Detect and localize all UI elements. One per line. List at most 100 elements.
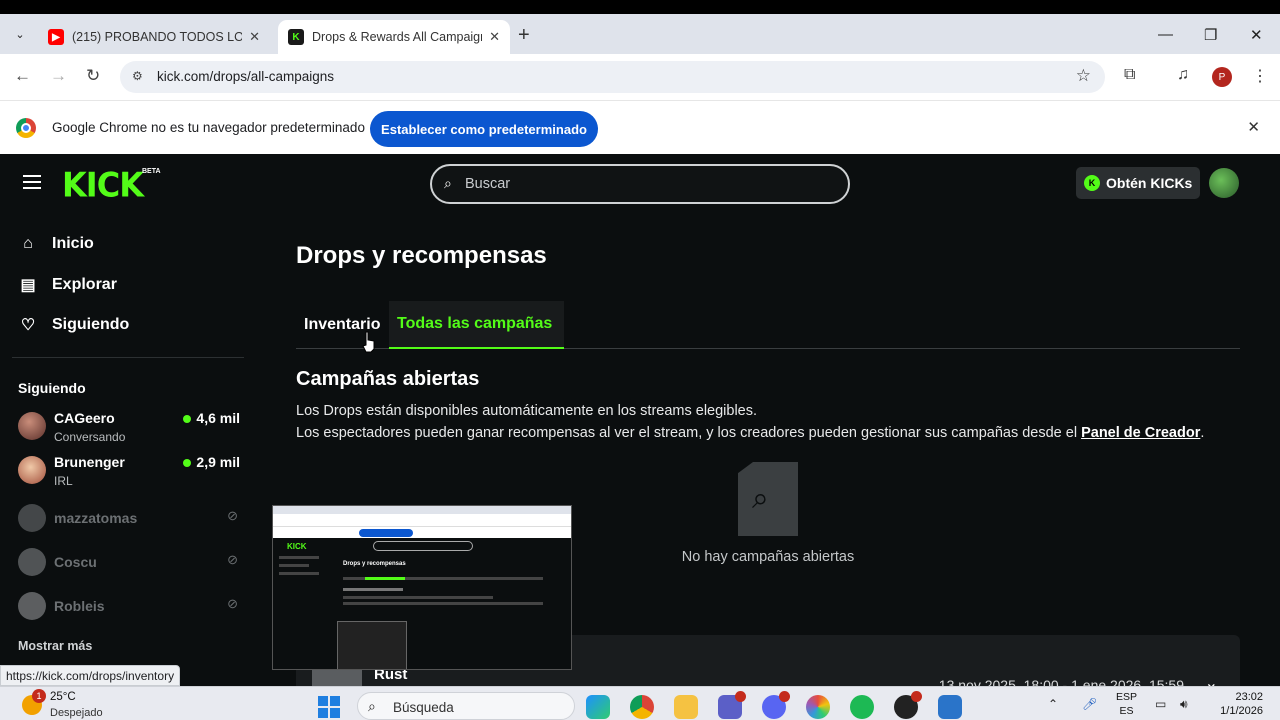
infobar-message: Google Chrome no es tu navegador predete…	[52, 120, 365, 135]
tab-title: Drops & Rewards All Campaign	[312, 30, 482, 44]
channel-name: Robleis	[54, 598, 105, 614]
user-avatar[interactable]	[1209, 168, 1239, 198]
url-text[interactable]: kick.com/drops/all-campaigns	[157, 69, 334, 84]
window-close-icon[interactable]: ✕	[1250, 26, 1263, 44]
microphone-icon[interactable]: 🎤︎	[1082, 697, 1097, 711]
reload-icon[interactable]: ↻	[86, 66, 100, 86]
tab-todas-las-campanas[interactable]: Todas las campañas	[389, 301, 564, 349]
shield-app-icon[interactable]	[938, 695, 962, 719]
windows-start-icon[interactable]	[318, 696, 340, 718]
media-controls-icon[interactable]: ♫	[1177, 66, 1189, 84]
empty-search-icon: ⌕	[738, 462, 798, 536]
volume-icon[interactable]: 🔊︎	[1180, 697, 1188, 712]
tab-youtube[interactable]: ▶ (215) PROBANDO TODOS LOS ✕	[38, 20, 270, 54]
channel-item[interactable]: mazzatomas ⊘	[18, 502, 240, 542]
minimize-icon[interactable]: —	[1158, 26, 1173, 43]
spotify-icon[interactable]	[850, 695, 874, 719]
avatar	[18, 412, 46, 440]
viewer-count: 4,6 mil	[183, 410, 240, 426]
teams-icon[interactable]	[718, 691, 746, 719]
site-info-icon[interactable]: ⚙	[132, 69, 143, 83]
kicks-coin-icon: K	[1084, 175, 1100, 191]
search-input[interactable]: ⌕ Buscar	[430, 164, 850, 204]
chrome-menu-icon[interactable]: ⋮	[1252, 66, 1268, 86]
tab-strip: ⌄ ▶ (215) PROBANDO TODOS LOS ✕ K Drops &…	[0, 14, 1280, 54]
language-indicator[interactable]: ESP ES	[1116, 690, 1137, 718]
search-icon: ⌕	[368, 698, 376, 714]
close-tab-icon[interactable]: ✕	[249, 29, 260, 45]
tab-title: (215) PROBANDO TODOS LOS	[72, 30, 242, 44]
chevron-up-icon[interactable]: ⌃	[1048, 697, 1058, 711]
bookmark-star-icon[interactable]: ☆	[1076, 66, 1091, 86]
home-icon: ⌂	[23, 235, 33, 252]
file-explorer-icon[interactable]	[674, 695, 698, 719]
taskbar-search[interactable]: ⌕ Búsqueda	[357, 692, 575, 720]
color-app-icon[interactable]	[806, 695, 830, 719]
clock[interactable]: 23:02 1/1/2026	[1207, 690, 1263, 718]
avatar	[18, 548, 46, 576]
offline-icon: ⊘	[227, 508, 238, 523]
avatar	[18, 456, 46, 484]
edge-icon[interactable]	[586, 695, 610, 719]
infobar-close-icon[interactable]: ✕	[1247, 118, 1260, 136]
channel-item[interactable]: Coscu ⊘	[18, 546, 240, 586]
hand-cursor-icon	[362, 331, 375, 353]
screen-preview-overlay: KICK Drops y recompensas	[272, 505, 572, 670]
sidebar-divider	[12, 357, 244, 358]
profile-avatar[interactable]: P	[1212, 67, 1232, 87]
discord-icon[interactable]	[762, 691, 790, 719]
channel-category: Conversando	[54, 430, 126, 444]
link-status-bubble: https://kick.com/drops/inventory	[0, 665, 181, 686]
channel-name: CAGeero	[54, 410, 115, 426]
kick-logo[interactable]: KICK	[62, 165, 144, 205]
youtube-icon: ▶	[48, 29, 64, 45]
sidebar-item-explorar[interactable]: ▤ Explorar	[18, 275, 117, 295]
kick-page: KICK BETA ⌕ Buscar K Obtén KICKs ⌂ Inici…	[0, 154, 1280, 695]
extensions-icon[interactable]: ⧉	[1124, 66, 1135, 84]
beta-badge: BETA	[142, 168, 161, 175]
page-title: Drops y recompensas	[296, 242, 547, 269]
heart-icon: ♡	[20, 317, 36, 334]
weather-widget[interactable]: 1 25°C Despejado	[22, 689, 122, 719]
channel-item[interactable]: Robleis ⊘	[18, 590, 240, 630]
drops-description: Los Drops están disponibles automáticame…	[296, 403, 758, 419]
tab-kick-drops[interactable]: K Drops & Rewards All Campaign ✕	[278, 20, 510, 54]
search-icon: ⌕	[444, 175, 452, 191]
drops-tabs: Inventario Todas las campañas	[296, 301, 1240, 349]
menu-icon[interactable]	[23, 175, 41, 189]
channel-name: Brunenger	[54, 454, 125, 470]
offline-icon: ⊘	[227, 596, 238, 611]
avatar	[18, 592, 46, 620]
live-dot-icon	[183, 415, 192, 423]
chrome-icon[interactable]	[630, 695, 654, 719]
restore-icon[interactable]: ❐	[1204, 26, 1217, 44]
windows-taskbar: 1 25°C Despejado ⌕ Búsqueda ⌃ 🎤︎ ESP ES ▭…	[0, 686, 1280, 720]
default-browser-infobar: Google Chrome no es tu navegador predete…	[0, 100, 1280, 154]
offline-icon: ⊘	[227, 552, 238, 567]
back-icon[interactable]: ←	[14, 66, 31, 86]
sidebar-item-siguiendo[interactable]: ♡ Siguiendo	[18, 315, 130, 335]
channel-name: mazzatomas	[54, 510, 138, 526]
channel-item[interactable]: CAGeero Conversando 4,6 mil	[18, 410, 240, 450]
notification-badge: 1	[32, 689, 46, 703]
sidebar-item-label: Explorar	[52, 276, 117, 293]
new-tab-button[interactable]: +	[518, 24, 530, 47]
close-tab-icon[interactable]: ✕	[489, 29, 500, 45]
creator-panel-link[interactable]: Panel de Creador	[1081, 425, 1200, 441]
get-kicks-button[interactable]: K Obtén KICKs	[1076, 167, 1200, 199]
obs-icon[interactable]	[894, 691, 922, 719]
omnibox[interactable]: ⚙ kick.com/drops/all-campaigns ☆	[120, 61, 1105, 93]
weather-condition: Despejado	[50, 707, 103, 719]
screen-top-strip	[0, 0, 1280, 14]
set-default-button[interactable]: Establecer como predeterminado	[370, 111, 598, 147]
sidebar-item-inicio[interactable]: ⌂ Inicio	[18, 235, 94, 253]
sidebar-item-label: Inicio	[52, 235, 94, 252]
channel-item[interactable]: Brunenger IRL 2,9 mil	[18, 454, 240, 494]
forward-icon[interactable]: →	[50, 66, 67, 86]
tab-search-dropdown[interactable]: ⌄	[6, 20, 34, 48]
network-icon[interactable]: ▭	[1155, 697, 1166, 711]
get-kicks-label: Obtén KICKs	[1106, 175, 1193, 191]
empty-state-text: No hay campañas abiertas	[681, 549, 855, 565]
search-placeholder: Buscar	[465, 176, 511, 192]
show-more-link[interactable]: Mostrar más	[18, 639, 92, 653]
